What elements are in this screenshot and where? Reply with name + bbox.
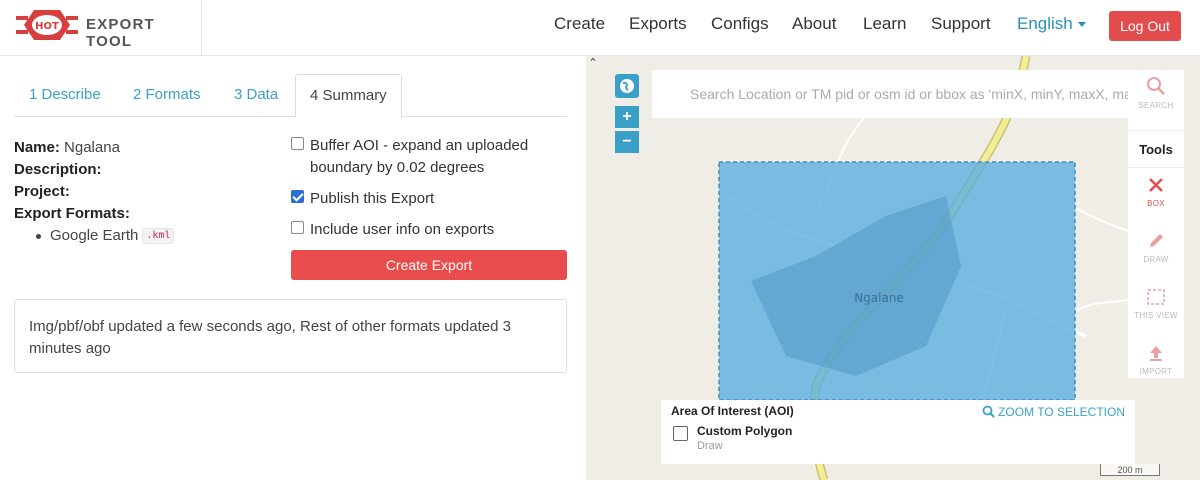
aoi-subtitle: Draw — [697, 440, 723, 452]
export-summary: Name: Ngalana Description: Project: Expo… — [14, 137, 175, 247]
publish-label: Publish this Export — [310, 190, 435, 207]
chevron-up-icon[interactable]: ⌃ — [586, 56, 600, 70]
nav-exports[interactable]: Exports — [629, 0, 687, 56]
aoi-title: Area Of Interest (AOI) — [671, 404, 794, 418]
tab-data[interactable]: 3 Data — [234, 74, 278, 117]
hot-logo-icon: HOT — [16, 10, 78, 40]
zoom-in-button[interactable]: + — [615, 106, 639, 128]
tool-import-label: IMPORT — [1139, 367, 1173, 376]
tools-panel: SEARCH Tools BOX DRAW THIS VIEW IMPORT — [1128, 70, 1184, 378]
bullet-icon — [36, 233, 41, 239]
location-search-input[interactable]: Search Location or TM pid or osm id or b… — [652, 70, 1128, 118]
upload-icon — [1150, 346, 1162, 361]
tool-box-label: BOX — [1147, 199, 1165, 208]
language-dropdown[interactable]: English — [1017, 0, 1086, 56]
tool-this-view[interactable]: THIS VIEW — [1128, 288, 1184, 320]
tool-import[interactable]: IMPORT — [1128, 344, 1184, 376]
tool-box[interactable]: BOX — [1128, 176, 1184, 208]
description-label: Description: — [14, 161, 102, 178]
globe-icon[interactable] — [615, 74, 639, 98]
publish-checkbox[interactable] — [291, 190, 304, 203]
format-name: Google Earth — [50, 227, 139, 244]
buffer-aoi-checkbox[interactable] — [291, 137, 304, 150]
project-label: Project: — [14, 183, 70, 200]
map-panel[interactable]: Ngalane ⌃ + − Search Location or TM pid … — [586, 56, 1200, 480]
nav-learn[interactable]: Learn — [863, 0, 906, 56]
map-scale: 200 m — [1100, 464, 1160, 476]
tool-draw-label: DRAW — [1143, 255, 1169, 264]
aoi-checkbox[interactable] — [673, 426, 688, 441]
format-extension: .kml — [142, 228, 175, 245]
caret-down-icon — [1077, 22, 1086, 28]
logo-text: HOT — [35, 21, 59, 32]
tool-this-view-label: THIS VIEW — [1134, 311, 1178, 320]
list-item: Google Earth .kml — [36, 225, 175, 247]
logout-button[interactable]: Log Out — [1109, 11, 1181, 41]
tool-draw[interactable]: DRAW — [1128, 232, 1184, 264]
brand[interactable]: HOT EXPORT TOOL — [0, 0, 202, 56]
search-label: SEARCH — [1138, 101, 1174, 110]
wizard-tabs: 1 Describe 2 Formats 3 Data 4 Summary — [14, 74, 567, 118]
user-info-label: Include user info on exports — [310, 221, 495, 238]
zoom-out-button[interactable]: − — [615, 131, 639, 153]
pencil-icon — [1150, 234, 1163, 247]
buffer-aoi-option[interactable]: Buffer AOI - expand an uploaded boundary… — [291, 135, 528, 179]
language-label: English — [1017, 14, 1073, 33]
viewport-icon — [1147, 289, 1165, 305]
aoi-panel: Area Of Interest (AOI) ZOOM TO SELECTION… — [661, 400, 1135, 464]
tab-describe[interactable]: 1 Describe — [29, 74, 101, 117]
user-info-checkbox[interactable] — [291, 221, 304, 234]
zoom-to-selection-label: ZOOM TO SELECTION — [998, 405, 1125, 419]
zoom-icon — [982, 405, 995, 418]
formats-label: Export Formats: — [14, 205, 130, 222]
nav-support[interactable]: Support — [931, 0, 991, 56]
create-export-button[interactable]: Create Export — [291, 250, 567, 280]
top-navbar: HOT EXPORT TOOL Create Exports Configs A… — [0, 0, 1200, 56]
name-value: Ngalana — [64, 139, 120, 156]
nav-about[interactable]: About — [792, 0, 836, 56]
user-info-option[interactable]: Include user info on exports — [291, 219, 494, 241]
tools-title: Tools — [1128, 130, 1184, 168]
buffer-aoi-label-line1: Buffer AOI - expand an uploaded — [310, 137, 529, 154]
search-button[interactable]: SEARCH — [1128, 76, 1184, 110]
aoi-name: Custom Polygon — [697, 424, 793, 438]
tab-formats[interactable]: 2 Formats — [133, 74, 201, 117]
publish-option[interactable]: Publish this Export — [291, 188, 434, 210]
search-icon — [1147, 77, 1165, 95]
place-label: Ngalane — [854, 291, 904, 305]
status-message: Img/pbf/obf updated a few seconds ago, R… — [14, 299, 567, 373]
nav-configs[interactable]: Configs — [711, 0, 769, 56]
name-label: Name: — [14, 139, 60, 156]
buffer-aoi-label-line2: boundary by 0.02 degrees — [310, 159, 485, 176]
brand-title: EXPORT TOOL — [86, 16, 155, 50]
close-icon — [1149, 178, 1163, 192]
tab-summary[interactable]: 4 Summary — [295, 74, 402, 118]
zoom-to-selection-button[interactable]: ZOOM TO SELECTION — [982, 405, 1125, 419]
nav-create[interactable]: Create — [554, 0, 605, 56]
